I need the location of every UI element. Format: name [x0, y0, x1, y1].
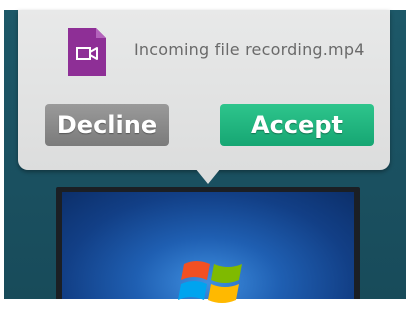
decline-button[interactable]: Decline: [45, 104, 169, 146]
windows-logo-icon: [178, 261, 242, 303]
incoming-file-popover: Incoming file recording.mp4 Decline Acce…: [18, 10, 390, 170]
desktop-screen: [62, 192, 354, 303]
accept-button[interactable]: Accept: [220, 104, 374, 146]
file-name-label: Incoming file recording.mp4: [134, 40, 365, 59]
video-file-icon: [68, 28, 106, 76]
popover-pointer: [195, 168, 221, 184]
desktop-preview[interactable]: [56, 187, 360, 303]
